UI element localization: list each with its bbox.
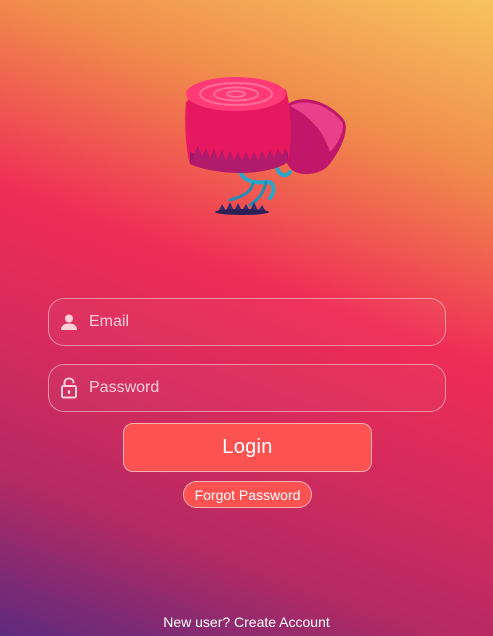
email-field[interactable]	[48, 298, 446, 346]
create-account-link[interactable]: Create Account	[234, 614, 330, 630]
user-icon	[59, 312, 79, 332]
password-input[interactable]	[89, 365, 445, 411]
app-logo	[178, 72, 353, 217]
new-user-text: New user?	[163, 614, 231, 630]
forgot-password-button[interactable]: Forgot Password	[183, 481, 312, 508]
email-input[interactable]	[89, 299, 445, 345]
password-field[interactable]	[48, 364, 446, 412]
lock-icon	[59, 377, 79, 399]
signup-prompt: New user? Create Account	[0, 614, 493, 630]
login-button[interactable]: Login	[123, 423, 372, 472]
tree-stump-logo-icon	[185, 77, 346, 215]
